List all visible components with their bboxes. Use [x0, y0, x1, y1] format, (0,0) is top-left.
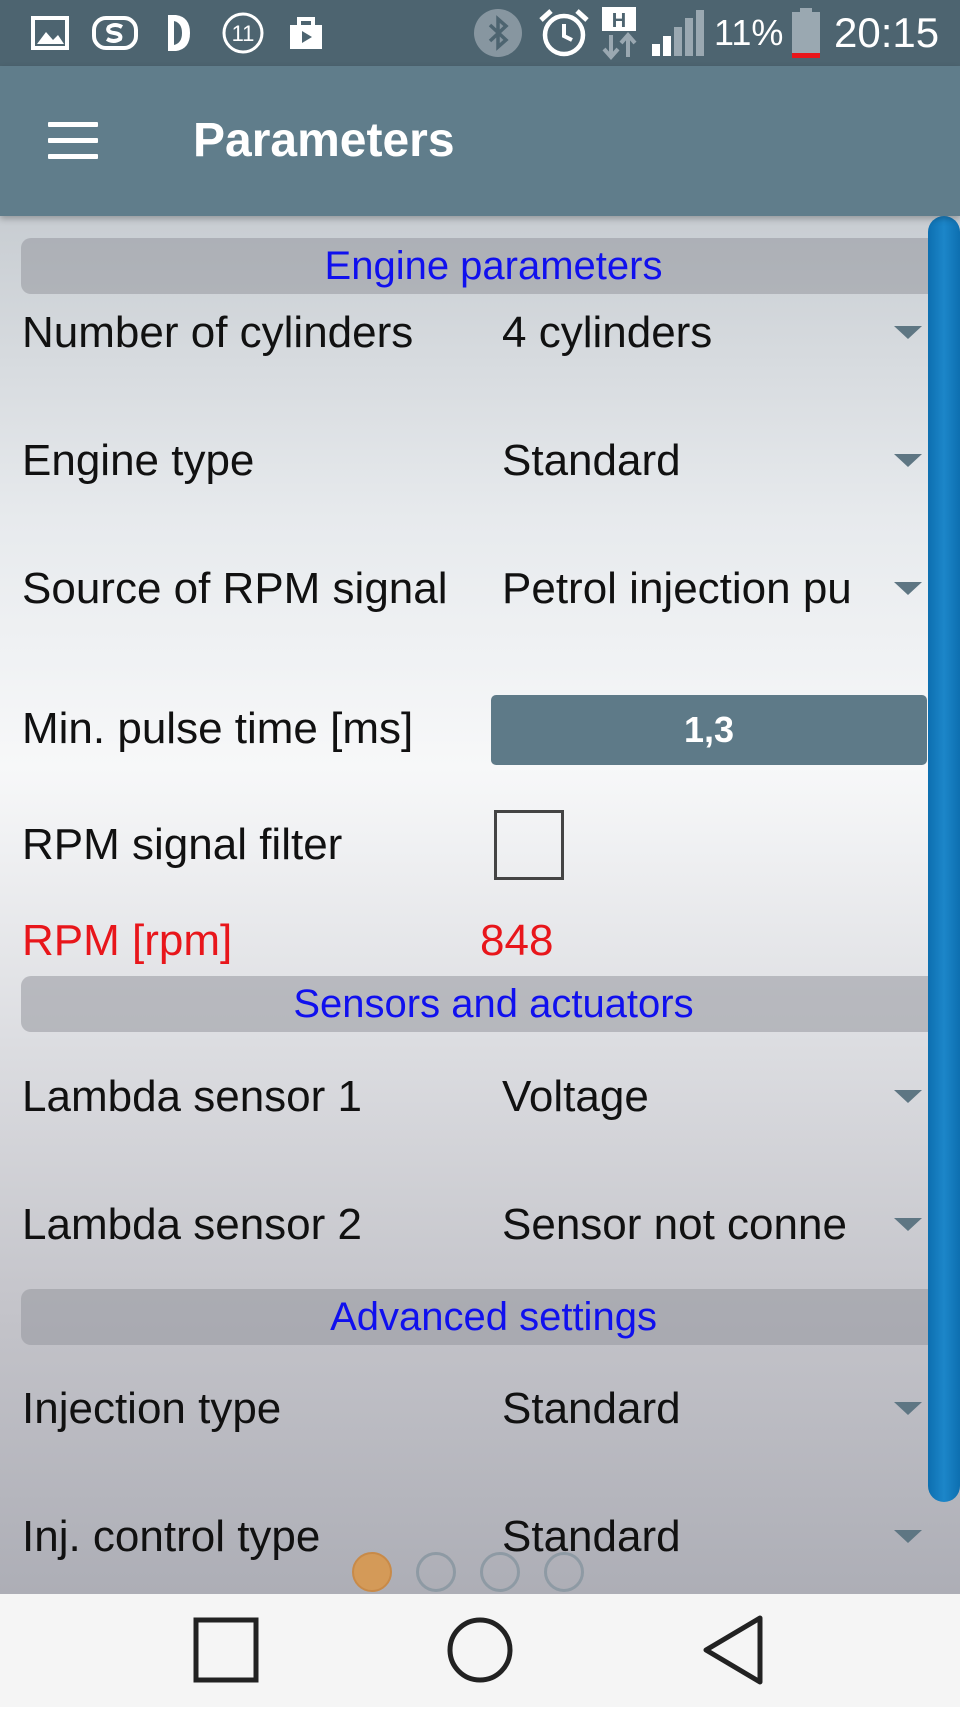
inj-control-label: Inj. control type: [22, 1512, 321, 1561]
store-bag-icon: [284, 0, 328, 66]
chevron-down-icon: [894, 1402, 922, 1415]
lambda2-label: Lambda sensor 2: [22, 1200, 362, 1249]
scrollbar[interactable]: [928, 216, 960, 1502]
page-title: Parameters: [193, 114, 455, 167]
lambda2-dropdown[interactable]: Sensor not conne: [490, 1190, 930, 1262]
rpm-source-label: Source of RPM signal: [22, 564, 448, 613]
hamburger-menu-icon[interactable]: [40, 108, 110, 174]
cylinders-label: Number of cylinders: [22, 308, 414, 357]
page-dot-1[interactable]: [352, 1552, 392, 1592]
lambda1-value: Voltage: [502, 1072, 649, 1121]
battery-icon: [786, 0, 826, 66]
chevron-down-icon: [894, 454, 922, 467]
injection-type-label: Injection type: [22, 1384, 282, 1433]
rpm-source-dropdown[interactable]: Petrol injection pu: [490, 554, 930, 626]
page-dot-4[interactable]: [544, 1552, 584, 1592]
recent-apps-icon[interactable]: [166, 1594, 286, 1707]
page-dot-2[interactable]: [416, 1552, 456, 1592]
lambda2-value: Sensor not conne: [502, 1200, 847, 1249]
s-app-icon: [90, 0, 140, 66]
chevron-down-icon: [894, 582, 922, 595]
navigation-bar: [0, 1594, 960, 1707]
rpm-label: RPM [rpm]: [22, 916, 233, 965]
back-icon[interactable]: [676, 1594, 796, 1707]
rpm-filter-checkbox[interactable]: [494, 810, 564, 880]
chevron-down-icon: [894, 1218, 922, 1231]
lambda1-label: Lambda sensor 1: [22, 1072, 362, 1121]
lambda1-dropdown[interactable]: Voltage: [490, 1062, 930, 1134]
engine-type-label: Engine type: [22, 436, 255, 485]
badge-11-icon: 11: [220, 0, 266, 66]
status-bar: 11 H 11% 20:15: [0, 0, 960, 66]
app-bar: Parameters: [0, 66, 960, 216]
rpm-source-value: Petrol injection pu: [502, 564, 852, 613]
section-header-engine-parameters: Engine parameters: [21, 238, 960, 294]
chevron-down-icon: [894, 1090, 922, 1103]
rpm-filter-label: RPM signal filter: [22, 820, 343, 869]
battery-percent: 11%: [714, 12, 784, 53]
cylinders-dropdown[interactable]: 4 cylinders: [490, 298, 930, 370]
hspa-data-icon: H: [598, 0, 644, 66]
gallery-icon: [30, 0, 70, 66]
section-header-advanced-settings: Advanced settings: [21, 1289, 960, 1345]
home-icon[interactable]: [420, 1594, 540, 1707]
rpm-value: 848: [480, 916, 554, 965]
engine-type-value: Standard: [502, 436, 681, 485]
injection-type-dropdown[interactable]: Standard: [490, 1374, 930, 1446]
min-pulse-input[interactable]: 1,3: [491, 695, 927, 765]
parameters-list[interactable]: Engine parameters Number of cylinders 4 …: [0, 216, 960, 1594]
svg-text:11: 11: [232, 21, 255, 46]
d-app-icon: [160, 0, 196, 66]
chevron-down-icon: [894, 1530, 922, 1543]
chevron-down-icon: [894, 326, 922, 339]
engine-type-dropdown[interactable]: Standard: [490, 426, 930, 498]
injection-type-value: Standard: [502, 1384, 681, 1433]
clock-time: 20:15: [834, 9, 940, 56]
alarm-icon: [534, 0, 594, 66]
cylinders-value: 4 cylinders: [502, 308, 713, 357]
page-dot-3[interactable]: [480, 1552, 520, 1592]
section-header-sensors-actuators: Sensors and actuators: [21, 976, 960, 1032]
min-pulse-label: Min. pulse time [ms]: [22, 704, 414, 753]
signal-icon: [650, 0, 706, 66]
bluetooth-icon: [472, 0, 524, 66]
svg-text:H: H: [612, 10, 626, 32]
